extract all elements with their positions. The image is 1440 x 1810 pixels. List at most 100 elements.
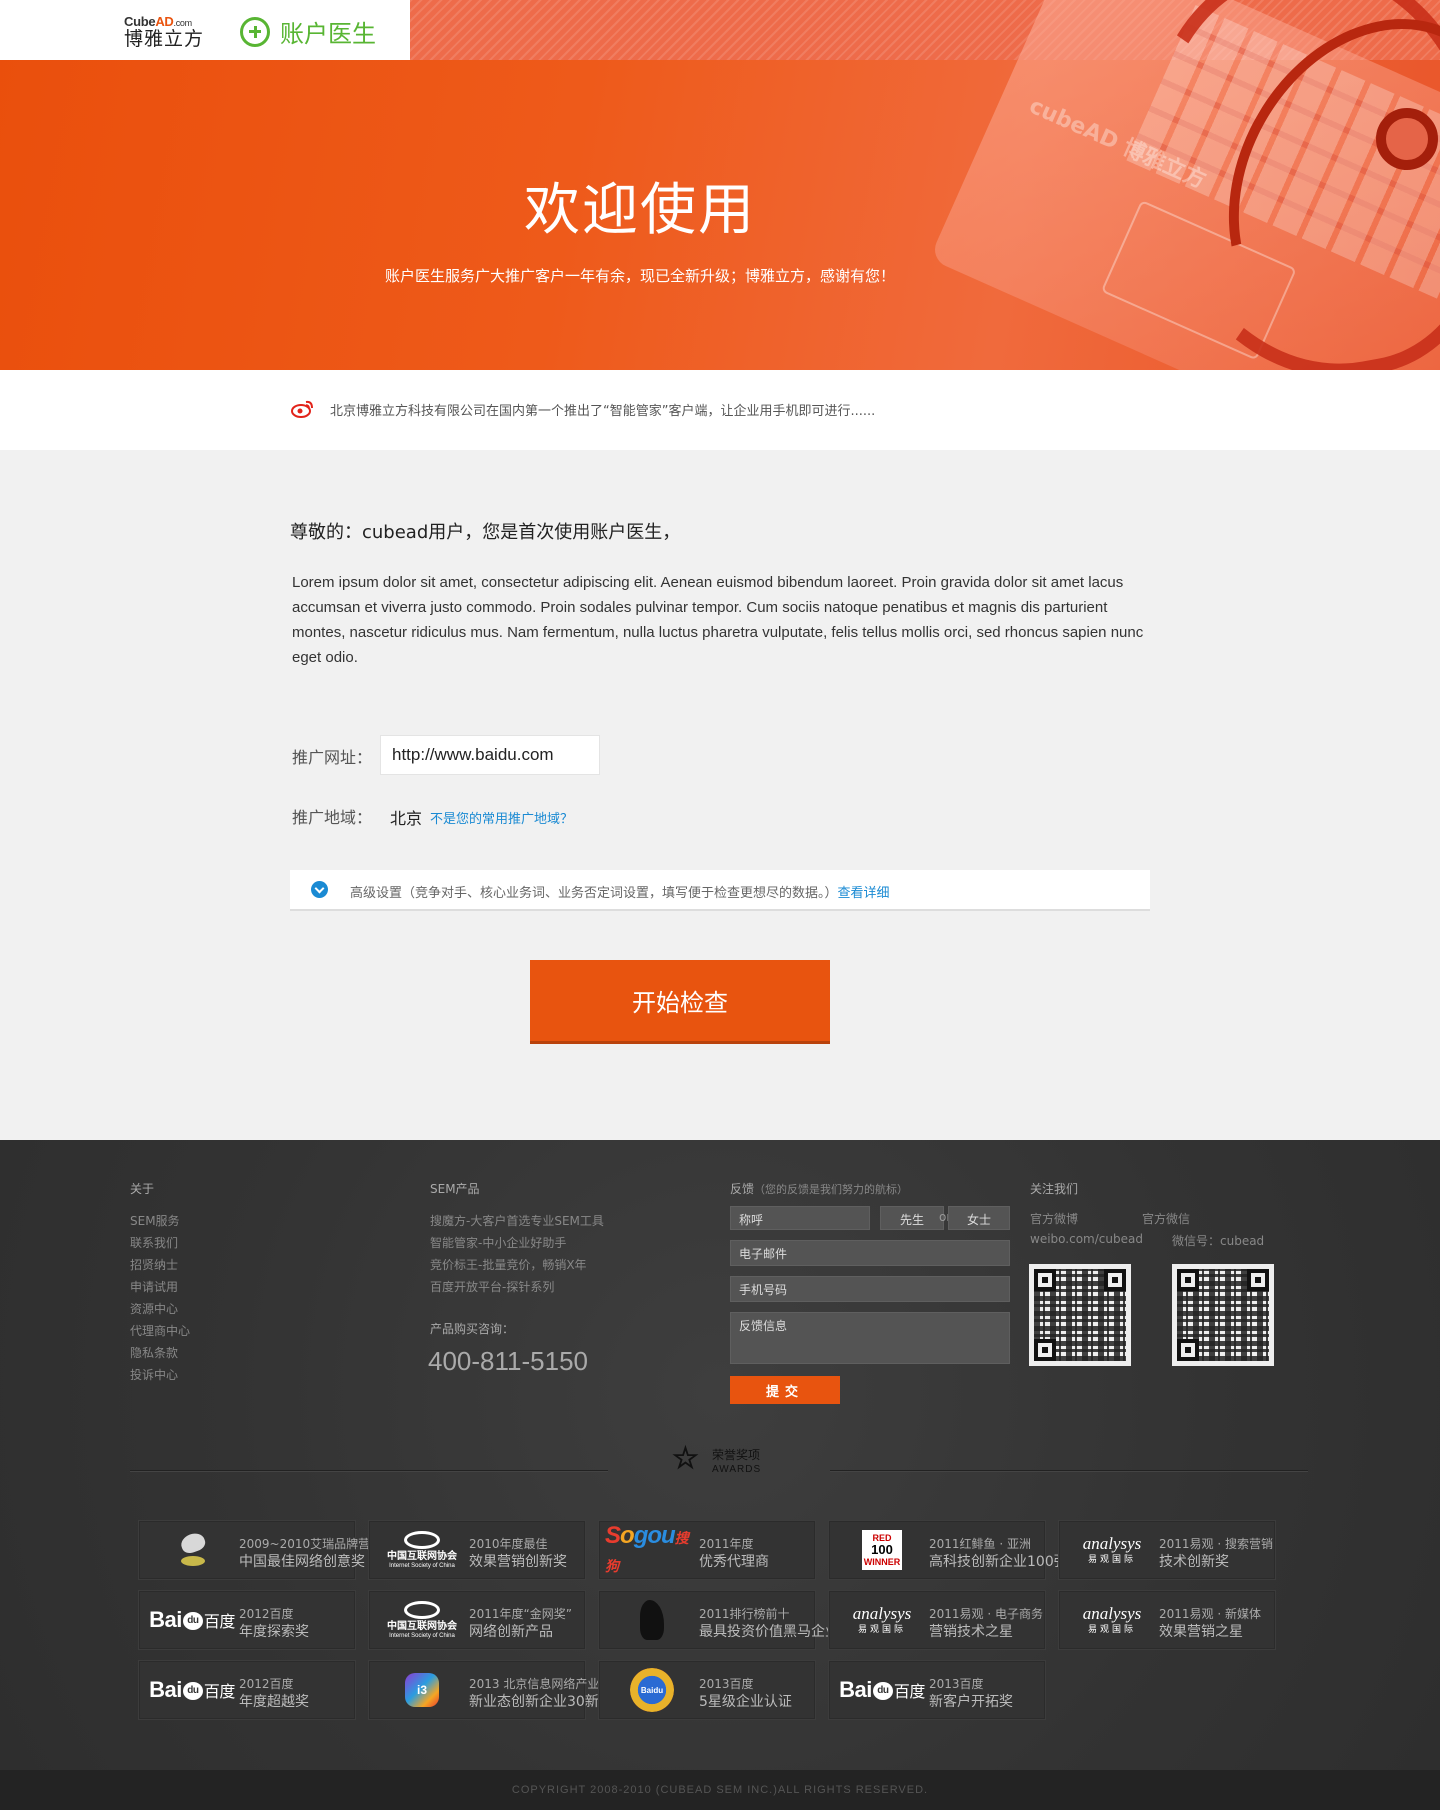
about-link[interactable]: 申请试用 bbox=[130, 1276, 190, 1298]
name-field[interactable]: 称呼 bbox=[730, 1206, 870, 1230]
award-line2: 营销技术之星 bbox=[929, 1624, 1013, 1640]
award-card: Bai du 百度 2012百度 年度探索奖 bbox=[138, 1590, 356, 1650]
award-card: 中国互联网协会 Internet Society of China 2011年度“金… bbox=[368, 1590, 586, 1650]
analysys-logo: analysys 易观国际 bbox=[1082, 1533, 1142, 1565]
product-link[interactable]: 智能管家-中小企业好助手 bbox=[430, 1232, 604, 1254]
award-logo: i3 bbox=[375, 1667, 469, 1713]
baidu-logo: Bai du 百度 bbox=[149, 1607, 235, 1632]
awards-subtitle: AWARDS bbox=[712, 1464, 762, 1475]
start-check-button[interactable]: 开始检查 bbox=[530, 960, 830, 1044]
award-card: Bai du 百度 2012百度 年度超越奖 bbox=[138, 1660, 356, 1720]
greeting: 尊敬的：cubead用户，您是首次使用账户医生， bbox=[290, 522, 681, 543]
award-line1: 2012百度 bbox=[239, 1677, 294, 1691]
award-line2: 效果营销创新奖 bbox=[469, 1554, 567, 1570]
about-link[interactable]: 资源中心 bbox=[130, 1298, 190, 1320]
award-line2: 技术创新奖 bbox=[1159, 1554, 1229, 1570]
award-logo: RED 100 WINNER bbox=[835, 1527, 929, 1573]
intro-paragraph: Lorem ipsum dolor sit amet, consectetur … bbox=[292, 574, 1144, 666]
products-list: 搜魔方-大客户首选专业SEM工具 智能管家-中小企业好助手 竞价标王-批量竞价，… bbox=[430, 1210, 604, 1298]
about-title: 关于 bbox=[130, 1182, 155, 1196]
award-card: RED 100 WINNER 2011红鲱鱼 · 亚洲 高科技创新企业100强 bbox=[828, 1520, 1068, 1580]
ms-option[interactable]: 女士 bbox=[948, 1206, 1010, 1230]
red-herring-logo: RED 100 WINNER bbox=[862, 1530, 902, 1570]
hero-title: 欢迎使用 bbox=[524, 178, 756, 243]
change-region-link[interactable]: 不是您的常用推广地域？ bbox=[430, 808, 573, 827]
award-card: Bai du 百度 2013百度 新客户开拓奖 bbox=[828, 1660, 1046, 1720]
cubead-logo[interactable]: CubeAD.com 博雅立方 bbox=[124, 14, 205, 50]
award-line1: 2011易观 · 搜索营销 bbox=[1159, 1537, 1273, 1551]
award-logo: analysys 易观国际 bbox=[1065, 1527, 1159, 1573]
email-field[interactable]: 电子邮件 bbox=[730, 1240, 1010, 1266]
award-line1: 2011年度 bbox=[699, 1537, 754, 1551]
award-logo bbox=[605, 1597, 699, 1643]
product-link[interactable]: 百度开放平台-探针系列 bbox=[430, 1276, 604, 1298]
view-details-link[interactable]: 查看详细 bbox=[838, 886, 890, 901]
satellite-dish-icon bbox=[177, 1530, 207, 1570]
award-card: analysys 易观国际 2011易观 · 新媒体 效果营销之星 bbox=[1058, 1590, 1276, 1650]
award-logo: Bai du 百度 bbox=[835, 1667, 929, 1713]
isc-logo: 中国互联网协会 Internet Society of China bbox=[387, 1531, 457, 1569]
award-line1: 2011排行榜前十 bbox=[699, 1607, 790, 1621]
advanced-settings[interactable]: 高级设置（竞争对手、核心业务词、业务否定词设置，填写便于检查更想尽的数据。）查看… bbox=[290, 870, 1150, 911]
wechat-label: 官方微信 bbox=[1142, 1212, 1191, 1226]
message-field[interactable]: 反馈信息 bbox=[730, 1312, 1010, 1364]
submit-button[interactable]: 提交 bbox=[730, 1376, 840, 1404]
product-link[interactable]: 搜魔方-大客户首选专业SEM工具 bbox=[430, 1210, 604, 1232]
about-link[interactable]: SEM服务 bbox=[130, 1210, 190, 1232]
award-line1: 2011红鲱鱼 · 亚洲 bbox=[929, 1537, 1031, 1551]
about-link[interactable]: 投诉中心 bbox=[130, 1364, 190, 1386]
about-link[interactable]: 代理商中心 bbox=[130, 1320, 190, 1342]
award-line1: 2012百度 bbox=[239, 1607, 294, 1621]
phone-field[interactable]: 手机号码 bbox=[730, 1276, 1010, 1302]
products-title: SEM产品 bbox=[430, 1182, 480, 1196]
awards-heading: ☆ 荣誉奖项 AWARDS bbox=[672, 1442, 792, 1482]
logo-text-accent: AD bbox=[155, 14, 174, 29]
award-line1: 2011易观 · 电子商务 bbox=[929, 1607, 1043, 1621]
weibo-qr-code bbox=[1029, 1264, 1131, 1366]
award-card: Baidu 2013百度 5星级企业认证 bbox=[598, 1660, 816, 1720]
award-card: 2009~2010艾瑞品牌营销奖 中国最佳网络创意奖 bbox=[138, 1520, 394, 1580]
logo-cn-text: 博雅立方 bbox=[124, 28, 205, 50]
analysys-logo: analysys 易观国际 bbox=[1082, 1603, 1142, 1635]
chevron-down-icon[interactable] bbox=[311, 881, 328, 898]
about-link[interactable]: 隐私条款 bbox=[130, 1342, 190, 1364]
product-brand[interactable]: 账户医生 bbox=[240, 14, 376, 49]
award-card: analysys 易观国际 2011易观 · 电子商务 营销技术之星 bbox=[828, 1590, 1046, 1650]
baidu-medal-icon: Baidu bbox=[630, 1668, 674, 1712]
medical-plus-icon bbox=[240, 16, 270, 47]
url-label: 推广网址： bbox=[292, 748, 373, 767]
award-line2: 5星级企业认证 bbox=[699, 1694, 792, 1710]
phone-number: 400-811-5150 bbox=[428, 1346, 588, 1376]
product-link[interactable]: 竞价标王-批量竞价，畅销X年 bbox=[430, 1254, 604, 1276]
follow-title: 关注我们 bbox=[1030, 1182, 1079, 1196]
weibo-label: 官方微博 bbox=[1030, 1212, 1079, 1226]
hero-banner: cubeAD 博雅立方 CubeAD.com 博雅立方 账户医生 欢迎使用 账户… bbox=[0, 0, 1440, 370]
award-logo: 中国互联网协会 Internet Society of China bbox=[375, 1597, 469, 1643]
feedback-note: （您的反馈是我们努力的航标） bbox=[754, 1183, 909, 1196]
mr-option[interactable]: 先生 bbox=[880, 1206, 944, 1230]
hero-subtitle: 账户医生服务广大推广客户一年有余，现已全新升级；博雅立方，感谢有您！ bbox=[384, 267, 895, 285]
feedback-title: 反馈 bbox=[730, 1182, 755, 1196]
url-input[interactable] bbox=[380, 735, 600, 775]
award-card: i3 2013 北京信息网络产业 新业态创新企业30新 bbox=[368, 1660, 599, 1720]
analysys-logo: analysys 易观国际 bbox=[852, 1603, 912, 1635]
news-ticker: 北京博雅立方科技有限公司在国内第一个推出了“智能管家”客户端，让企业用手机即可进… bbox=[0, 370, 1440, 450]
award-logo: Baidu bbox=[605, 1667, 699, 1713]
award-logo: analysys 易观国际 bbox=[835, 1597, 929, 1643]
award-line1: 2013 北京信息网络产业 bbox=[469, 1677, 600, 1691]
weibo-icon[interactable] bbox=[291, 398, 315, 418]
award-line2: 网络创新产品 bbox=[469, 1624, 553, 1640]
about-link[interactable]: 联系我们 bbox=[130, 1232, 190, 1254]
star-icon: ☆ bbox=[672, 1442, 700, 1476]
award-card: analysys 易观国际 2011易观 · 搜索营销 技术创新奖 bbox=[1058, 1520, 1276, 1580]
advanced-text: 高级设置（竞争对手、核心业务词、业务否定词设置，填写便于检查更想尽的数据。） bbox=[350, 886, 838, 901]
awards-title: 荣誉奖项 bbox=[712, 1448, 761, 1462]
copyright: COPYRIGHT 2008-2010 (CUBEAD SEM INC.)ALL… bbox=[0, 1770, 1440, 1810]
news-text[interactable]: 北京博雅立方科技有限公司在国内第一个推出了“智能管家”客户端，让企业用手机即可进… bbox=[330, 400, 875, 419]
weibo-link[interactable]: weibo.com/cubead bbox=[1030, 1232, 1143, 1246]
region-value: 北京 bbox=[390, 809, 423, 828]
about-link[interactable]: 招贤纳士 bbox=[130, 1254, 190, 1276]
award-line2: 优秀代理商 bbox=[699, 1554, 769, 1570]
horse-icon bbox=[640, 1600, 664, 1640]
award-logo bbox=[145, 1527, 239, 1573]
